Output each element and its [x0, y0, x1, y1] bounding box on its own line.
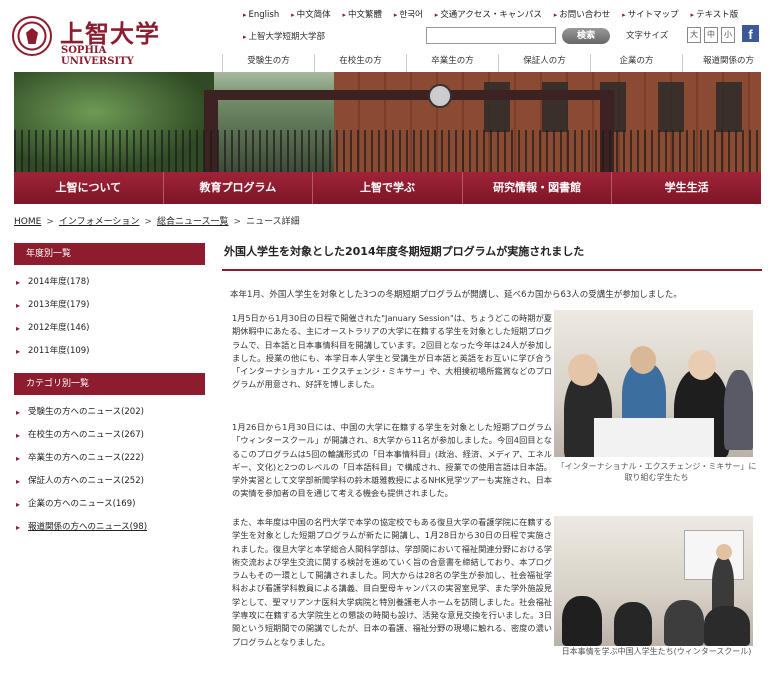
font-size-label: 文字サイズ — [626, 31, 669, 41]
article-paragraph: 1月26日から1月30日には、中国の大学に在籍する学生を対象とした短期プログラム… — [232, 422, 552, 499]
sidebar-item-current[interactable]: 在校生の方へのニュース(267) — [14, 424, 205, 447]
logo-english: SOPHIA UNIVERSITY — [61, 45, 134, 67]
facebook-icon[interactable]: f — [742, 25, 759, 42]
breadcrumb-separator: > — [233, 217, 242, 227]
nav-about[interactable]: 上智について — [14, 172, 164, 204]
site-header: 上智大学 SOPHIA UNIVERSITY English 中文简体 中文繁體… — [0, 0, 775, 72]
util-link-chinese-simplified[interactable]: 中文简体 — [291, 8, 331, 20]
audience-press[interactable]: 報道関係の方 — [682, 54, 774, 72]
font-size-medium-button[interactable]: 中 — [704, 27, 718, 43]
util-link-text-version[interactable]: テキスト版 — [691, 8, 738, 20]
article-title: 外国人学生を対象とした2014年度冬期短期プログラムが実施されました — [222, 243, 762, 271]
category-list: 受験生の方へのニュース(202) 在校生の方へのニュース(267) 卒業生の方へ… — [14, 395, 205, 549]
audience-alumni[interactable]: 卒業生の方 — [406, 54, 498, 72]
logo-japanese: 上智大学 — [60, 19, 160, 48]
photo-winter-school — [554, 516, 753, 646]
sidebar-item-year-2013[interactable]: 2013年度(179) — [14, 294, 205, 317]
audience-current-students[interactable]: 在校生の方 — [314, 54, 406, 72]
util-link-junior-college[interactable]: 上智大学短期大学部 — [243, 30, 326, 42]
audience-companies[interactable]: 企業の方 — [590, 54, 682, 72]
util-link-sitemap[interactable]: サイトマップ — [622, 8, 679, 20]
sidebar-year-heading: 年度別一覧 — [14, 243, 205, 265]
hero-image — [14, 72, 761, 172]
sidebar-item-year-2014[interactable]: 2014年度(178) — [14, 271, 205, 294]
photo-caption: 日本事情を学ぶ中国人学生たち(ウィンタースクール) — [561, 647, 752, 656]
search-button[interactable]: 検索 — [562, 28, 610, 44]
sidebar-item-companies[interactable]: 企業の方へのニュース(169) — [14, 493, 205, 516]
breadcrumb-news-list[interactable]: 総合ニュース一覧 — [157, 217, 229, 227]
article-paragraph: 1月5日から1月30日の日程で開催された"January Session"は、ち… — [232, 313, 552, 390]
utility-links: English 中文简体 中文繁體 한국어 交通アクセス・キャンパス お問い合わ… — [243, 8, 773, 22]
util-link-access[interactable]: 交通アクセス・キャンパス — [435, 8, 542, 20]
gate-emblem-icon — [428, 84, 452, 108]
sidebar-item-year-2011[interactable]: 2011年度(109) — [14, 340, 205, 363]
university-logo[interactable]: 上智大学 SOPHIA UNIVERSITY — [12, 14, 182, 67]
sidebar-item-year-2012[interactable]: 2012年度(146) — [14, 317, 205, 340]
article-lead: 本年1月、外国人学生を対象とした3つの冬期短期プログラムが開講し、延べ6カ国から… — [230, 290, 682, 300]
util-link-chinese-traditional[interactable]: 中文繁體 — [343, 8, 382, 20]
breadcrumb-information[interactable]: インフォメーション — [59, 217, 140, 227]
sidebar-item-press[interactable]: 報道関係の方へのニュース(98) — [14, 516, 205, 539]
breadcrumb-home[interactable]: HOME — [14, 217, 41, 227]
font-size-large-button[interactable]: 大 — [687, 27, 701, 43]
util-link-contact[interactable]: お問い合わせ — [554, 8, 610, 20]
article: 外国人学生を対象とした2014年度冬期短期プログラムが実施されました 本年1月、… — [222, 243, 762, 656]
font-size-small-button[interactable]: 小 — [721, 27, 735, 43]
breadcrumb-separator: > — [46, 217, 54, 227]
nav-study[interactable]: 上智で学ぶ — [313, 172, 463, 204]
nav-student-life[interactable]: 学生生活 — [612, 172, 761, 204]
main-nav: 上智について 教育プログラム 上智で学ぶ 研究情報・図書館 学生生活 — [14, 172, 761, 204]
photo-caption: 「インターナショナル・エクスチェンジ・ミキサー」に取り組む学生たち — [556, 462, 757, 482]
sidebar-item-alumni[interactable]: 卒業生の方へのニュース(222) — [14, 447, 205, 470]
audience-nav: 受験生の方 在校生の方 卒業生の方 保証人の方 企業の方 報道関係の方 — [222, 54, 774, 72]
nav-research-library[interactable]: 研究情報・図書館 — [462, 172, 613, 204]
breadcrumb: HOME > インフォメーション > 総合ニュース一覧 > ニュース詳細 — [14, 214, 300, 227]
breadcrumb-separator: > — [144, 217, 152, 227]
nav-education[interactable]: 教育プログラム — [163, 172, 314, 204]
article-paragraph: また、本年度は中国の名門大学で本学の協定校でもある復旦大学の看護学院に在籍する学… — [232, 517, 552, 647]
sidebar-item-guardians[interactable]: 保証人の方へのニュース(252) — [14, 470, 205, 493]
breadcrumb-current: ニュース詳細 — [246, 217, 300, 227]
year-list: 2014年度(178) 2013年度(179) 2012年度(146) 2011… — [14, 265, 205, 373]
sidebar-item-prospective[interactable]: 受験生の方へのニュース(202) — [14, 401, 205, 424]
audience-guardians[interactable]: 保証人の方 — [498, 54, 590, 72]
util-link-english[interactable]: English — [243, 10, 280, 20]
util-link-korean[interactable]: 한국어 — [394, 8, 422, 20]
search-input[interactable] — [426, 27, 556, 44]
sidebar: 年度別一覧 2014年度(178) 2013年度(179) 2012年度(146… — [14, 243, 205, 549]
sidebar-category-heading: カテゴリ別一覧 — [14, 373, 205, 395]
university-seal-icon — [12, 16, 52, 56]
photo-exchange-mixer — [554, 310, 753, 457]
audience-prospective-students[interactable]: 受験生の方 — [222, 54, 314, 72]
